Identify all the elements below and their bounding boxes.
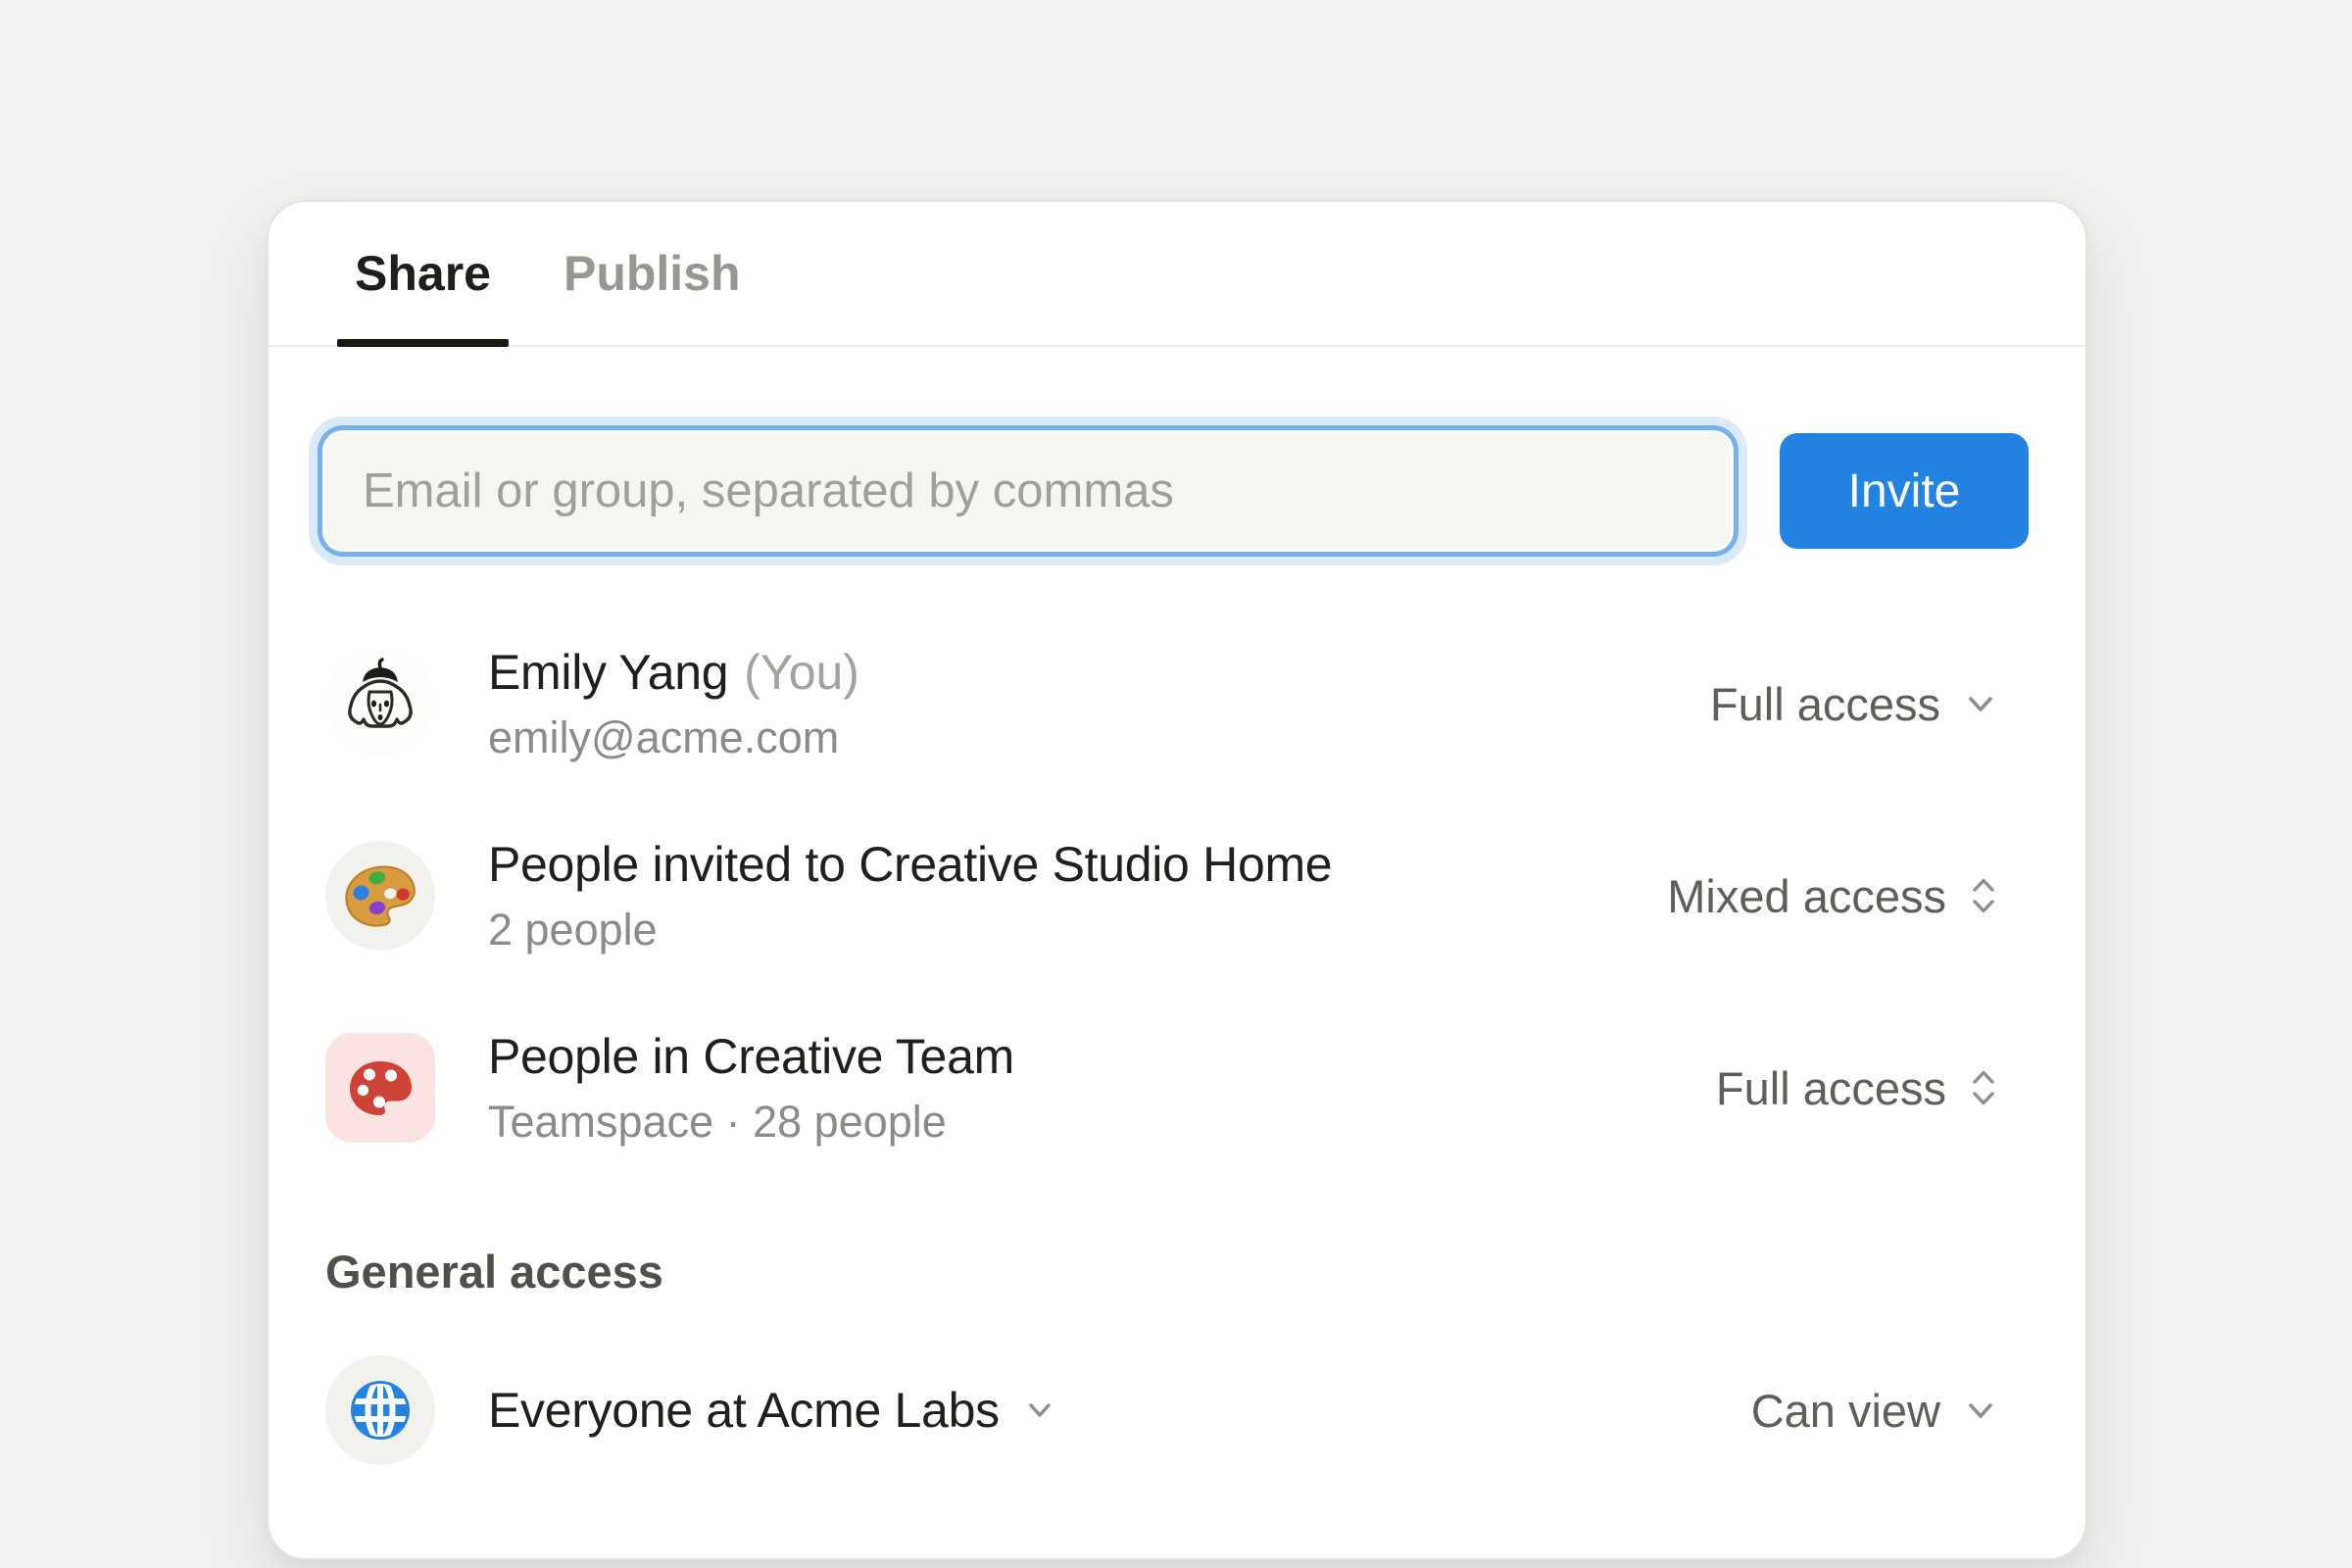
chevron-up-down-icon (1966, 871, 2001, 920)
invite-email-input[interactable] (325, 433, 1731, 549)
member-name: People in Creative Team (488, 1028, 1014, 1085)
member-count: Teamspace · 28 people (488, 1097, 1014, 1148)
red-palette-icon (325, 1033, 435, 1143)
member-you-suffix: (You) (744, 644, 859, 701)
chevron-down-icon (1960, 683, 2001, 724)
general-access-heading: General access (269, 1245, 2085, 1298)
chevron-up-down-icon (1966, 1063, 2001, 1112)
globe-icon (325, 1355, 435, 1465)
palette-emoji-icon (325, 841, 435, 951)
general-access-row: Everyone at Acme Labs Can view (269, 1314, 2085, 1506)
member-row-teamspace: People in Creative Team Teamspace · 28 p… (269, 992, 2085, 1184)
invite-button[interactable]: Invite (1780, 433, 2029, 549)
share-dialog: Share Publish Invite (267, 200, 2087, 1560)
chevron-down-icon (1960, 1390, 2001, 1431)
access-dropdown-emily[interactable]: Full access (1692, 660, 2029, 749)
access-dropdown-invited-group[interactable]: Mixed access (1649, 852, 2029, 941)
dialog-tabbar: Share Publish (269, 202, 2085, 347)
general-access-scope-dropdown[interactable]: Everyone at Acme Labs (488, 1382, 1058, 1439)
person-sketch-avatar-icon (325, 649, 435, 759)
member-count: 2 people (488, 905, 1332, 956)
invite-row: Invite (325, 433, 2029, 549)
tab-share[interactable]: Share (355, 202, 491, 345)
member-name: People invited to Creative Studio Home (488, 836, 1332, 893)
access-dropdown-teamspace[interactable]: Full access (1698, 1044, 2029, 1133)
member-email: emily@acme.com (488, 712, 859, 763)
member-row-invited-group: People invited to Creative Studio Home 2… (269, 800, 2085, 992)
member-row-emily: Emily Yang (You) emily@acme.com Full acc… (269, 608, 2085, 800)
member-name: Emily Yang (488, 644, 728, 701)
tab-publish[interactable]: Publish (564, 202, 741, 345)
access-dropdown-general[interactable]: Can view (1734, 1366, 2029, 1455)
chevron-down-icon (1021, 1392, 1058, 1429)
member-list: Emily Yang (You) emily@acme.com Full acc… (269, 608, 2085, 1184)
